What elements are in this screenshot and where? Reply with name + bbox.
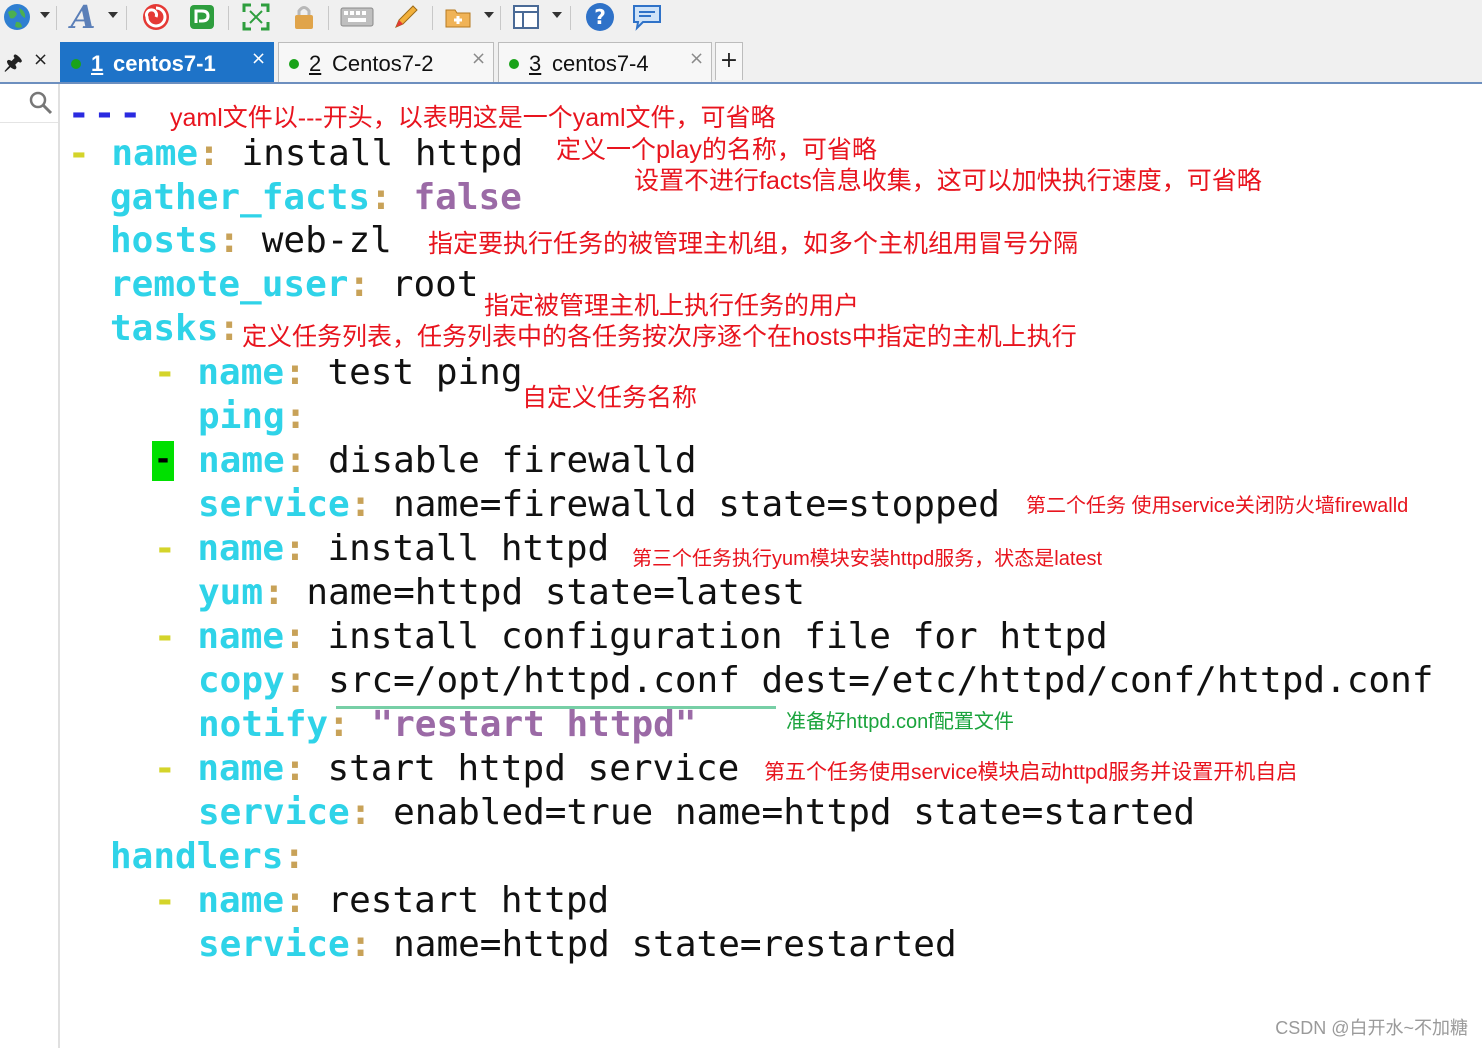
help-icon[interactable]: ?: [582, 2, 618, 32]
line-10: service: name=firewalld state=stopped: [198, 484, 1000, 525]
line-8: ping:: [198, 396, 307, 437]
session-panel: [0, 84, 60, 1048]
chevron-down-icon[interactable]: [40, 12, 50, 18]
toolbar-divider: [432, 6, 433, 30]
annotation-task-5: 第五个任务使用service模块启动httpd服务并设置开机自启: [764, 761, 1298, 784]
toolbar-divider: [570, 6, 571, 30]
toolbar: A ?: [0, 0, 1482, 40]
toolbar-divider: [328, 6, 329, 30]
fullscreen-icon[interactable]: [238, 2, 274, 32]
tab-label: centos7-4: [552, 51, 649, 76]
layout-icon[interactable]: [508, 2, 544, 32]
svg-text:?: ?: [594, 5, 606, 29]
close-icon[interactable]: ×: [689, 48, 704, 69]
close-icon[interactable]: ×: [251, 48, 266, 69]
tab-bar: 🖈 × 1 centos7-1 × 2 Centos7-2 × 3 centos…: [0, 40, 1482, 84]
line-5: remote_user: root: [110, 264, 479, 305]
tab-number: 3: [529, 51, 542, 76]
globe-icon[interactable]: [0, 2, 34, 32]
annotation-conf-file: 准备好httpd.conf配置文件: [786, 711, 1014, 733]
chevron-down-icon[interactable]: [484, 12, 494, 18]
toolbar-divider: [56, 6, 57, 30]
annotation-yaml-start: yaml文件以---开头，以表明这是一个yaml文件，可省略: [170, 104, 776, 132]
watermark: CSDN @白开水~不加糖: [1275, 1018, 1468, 1038]
status-dot: [71, 59, 81, 69]
new-folder-icon[interactable]: [440, 2, 476, 32]
tab-centos7-4[interactable]: 3 centos7-4 ×: [498, 42, 712, 82]
keyboard-icon[interactable]: [338, 2, 376, 32]
tab-label: Centos7-2: [332, 51, 434, 76]
annotation-task-name: 自定义任务名称: [522, 384, 698, 412]
tab-label: centos7-1: [113, 51, 216, 76]
toolbar-divider: [228, 6, 229, 30]
close-icon[interactable]: ×: [471, 48, 486, 69]
line-11: - name: install httpd: [154, 528, 610, 569]
annotation-task-2: 第二个任务 使用service关闭防火墙firewalld: [1026, 495, 1409, 517]
tab-centos7-1[interactable]: 1 centos7-1 ×: [60, 42, 274, 82]
line-4: hosts: web-zl: [110, 220, 392, 261]
text-cursor: -: [152, 441, 174, 481]
annotation-gather-facts: 设置不进行facts信息收集，这可以加快执行速度，可省略: [634, 167, 1262, 195]
add-tab-button[interactable]: +: [715, 42, 743, 80]
line-6: tasks:: [110, 308, 241, 349]
highlight-underline: [336, 706, 776, 709]
close-panel-button[interactable]: ×: [33, 49, 48, 70]
tab-centos7-2[interactable]: 2 Centos7-2 ×: [278, 42, 494, 82]
tab-number: 1: [91, 51, 104, 76]
pin-icon[interactable]: 🖈: [4, 48, 23, 82]
panel-search[interactable]: [0, 84, 58, 123]
font-icon[interactable]: A: [64, 0, 102, 36]
line-14: copy: src=/opt/httpd.conf dest=/etc/http…: [198, 660, 1434, 701]
line-2: - name: install httpd: [68, 133, 524, 174]
status-dot: [509, 59, 519, 69]
status-dot: [289, 59, 299, 69]
toolbar-divider: [126, 6, 127, 30]
chevron-down-icon[interactable]: [108, 12, 118, 18]
line-16: - name: start httpd service: [154, 748, 740, 789]
toolbar-divider: [500, 6, 501, 30]
line-3: gather_facts: false: [110, 177, 522, 218]
line-15: notify: "restart httpd": [198, 704, 697, 745]
line-13: - name: install configuration file for h…: [154, 616, 1108, 657]
line-17: service: enabled=true name=httpd state=s…: [198, 792, 1196, 833]
swirl-icon[interactable]: [138, 2, 174, 32]
pen-icon[interactable]: [388, 2, 424, 32]
tab-number: 2: [309, 51, 322, 76]
chat-icon[interactable]: [628, 2, 666, 32]
annotation-tasks: 定义任务列表，任务列表中的各任务按次序逐个在hosts中指定的主机上执行: [242, 323, 1077, 351]
chevron-down-icon[interactable]: [552, 12, 562, 18]
annotation-hosts: 指定要执行任务的被管理主机组，如多个主机组用冒号分隔: [428, 230, 1079, 258]
line-20: service: name=httpd state=restarted: [198, 924, 957, 965]
line-7: - name: test ping: [154, 352, 523, 393]
line-12: yum: name=httpd state=latest: [198, 572, 805, 613]
lock-icon[interactable]: [286, 2, 322, 32]
annotation-task-3: 第三个任务执行yum模块安装httpd服务，状态是latest: [632, 548, 1103, 570]
search-icon[interactable]: [28, 90, 54, 116]
session-icon[interactable]: [184, 2, 220, 32]
line-18: handlers:: [110, 836, 306, 877]
line-1: ---: [68, 93, 146, 134]
line-9: name: disable firewalld: [198, 440, 697, 481]
line-19: - name: restart httpd: [154, 880, 610, 921]
